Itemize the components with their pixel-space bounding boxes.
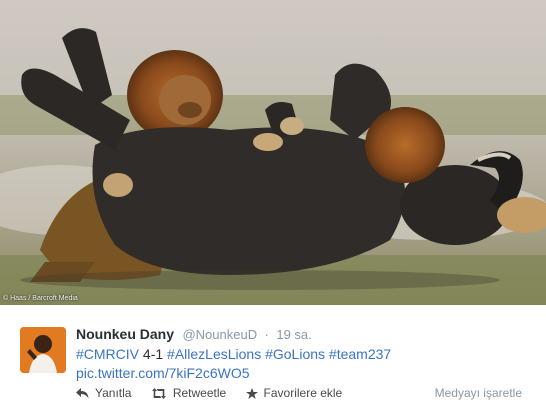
- user-handle[interactable]: @NounkeuD: [182, 327, 257, 342]
- tweet-text: #CMRCIV 4-1 #AllezLesLions #GoLions #tea…: [76, 345, 516, 383]
- photo-credit: © Haas / Barcroft Media: [3, 295, 78, 302]
- report-media-link[interactable]: Medyayı işaretle: [435, 386, 522, 400]
- retweet-icon: [151, 387, 166, 399]
- hashtag-golions[interactable]: #GoLions: [265, 346, 325, 362]
- tweet-timestamp[interactable]: 19 sa.: [276, 327, 311, 342]
- hashtag-allezleslions[interactable]: #AllezLesLions: [167, 346, 261, 362]
- reply-label: Yanıtla: [95, 386, 132, 400]
- avatar[interactable]: [20, 327, 66, 373]
- user-fullname[interactable]: Nounkeu Dany: [76, 326, 174, 342]
- media-link[interactable]: pic.twitter.com/7kiF2c6WO5: [76, 365, 250, 381]
- star-icon: [245, 387, 258, 399]
- reply-button[interactable]: Yanıtla: [76, 386, 131, 400]
- retweet-button[interactable]: Retweetle: [151, 386, 226, 400]
- favorite-label: Favorilere ekle: [263, 386, 343, 400]
- reply-icon: [76, 387, 89, 398]
- tweet-card: Nounkeu Dany @NounkeuD · 19 sa. #CMRCIV …: [0, 305, 546, 408]
- favorite-button[interactable]: Favorilere ekle: [245, 386, 343, 400]
- separator-dot: ·: [264, 327, 269, 342]
- avatar-image: [20, 327, 66, 373]
- tweet-actions: Yanıtla Retweetle Favorilere ekle: [76, 386, 358, 402]
- hashtag-team237[interactable]: #team237: [329, 346, 391, 362]
- tweet-score: 4-1: [139, 346, 168, 362]
- tweet-photo[interactable]: © Haas / Barcroft Media: [0, 0, 546, 305]
- tweet-header: Nounkeu Dany @NounkeuD · 19 sa.: [76, 326, 312, 344]
- retweet-label: Retweetle: [172, 386, 227, 400]
- hashtag-cmrciv[interactable]: #CMRCIV: [76, 346, 139, 362]
- lion-buffalo-photo: [0, 0, 546, 305]
